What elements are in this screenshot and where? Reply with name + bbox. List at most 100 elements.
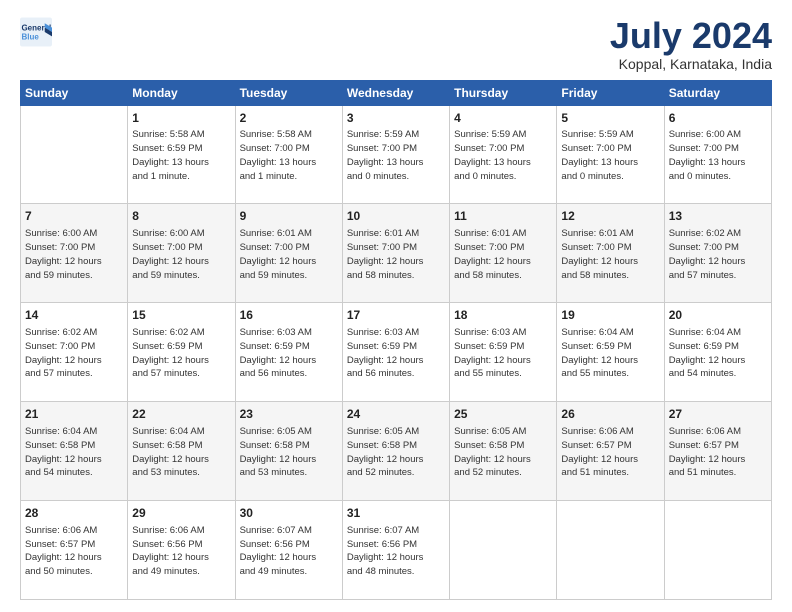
day-number: 30 bbox=[240, 505, 338, 522]
calendar-cell: 8 Sunrise: 6:00 AM Sunset: 7:00 PM Daylig… bbox=[128, 204, 235, 303]
cell-info: Sunrise: 6:05 AM Sunset: 6:58 PM Dayligh… bbox=[240, 425, 338, 480]
calendar-cell: 3Sunrise: 5:59 AM Sunset: 7:00 PM Daylig… bbox=[342, 105, 449, 204]
calendar-cell bbox=[664, 501, 771, 600]
day-number: 1 bbox=[132, 110, 230, 127]
cell-info: Sunrise: 6:04 AM Sunset: 6:58 PM Dayligh… bbox=[132, 425, 230, 480]
cell-info: Sunrise: 6:02 AM Sunset: 7:00 PM Dayligh… bbox=[25, 326, 123, 381]
day-number: 21 bbox=[25, 406, 123, 423]
cell-info: Sunrise: 6:04 AM Sunset: 6:59 PM Dayligh… bbox=[669, 326, 767, 381]
calendar-cell: 18 Sunrise: 6:03 AM Sunset: 6:59 PM Dayli… bbox=[450, 303, 557, 402]
day-number: 15 bbox=[132, 307, 230, 324]
logo: General Blue bbox=[20, 16, 54, 48]
cell-info: Sunrise: 5:58 AM Sunset: 6:59 PM Dayligh… bbox=[132, 128, 230, 183]
calendar-cell: 10 Sunrise: 6:01 AM Sunset: 7:00 PM Dayli… bbox=[342, 204, 449, 303]
cell-info: Sunrise: 6:02 AM Sunset: 7:00 PM Dayligh… bbox=[669, 227, 767, 282]
title-block: July 2024 Koppal, Karnataka, India bbox=[610, 16, 772, 72]
cell-info: Sunrise: 6:01 AM Sunset: 7:00 PM Dayligh… bbox=[347, 227, 445, 282]
day-number: 20 bbox=[669, 307, 767, 324]
calendar-cell bbox=[21, 105, 128, 204]
day-number: 18 bbox=[454, 307, 552, 324]
calendar-cell: 27 Sunrise: 6:06 AM Sunset: 6:57 PM Dayli… bbox=[664, 402, 771, 501]
cell-info: Sunrise: 6:01 AM Sunset: 7:00 PM Dayligh… bbox=[240, 227, 338, 282]
calendar-cell: 6Sunrise: 6:00 AM Sunset: 7:00 PM Daylig… bbox=[664, 105, 771, 204]
day-number: 25 bbox=[454, 406, 552, 423]
day-number: 11 bbox=[454, 208, 552, 225]
calendar-cell: 14 Sunrise: 6:02 AM Sunset: 7:00 PM Dayli… bbox=[21, 303, 128, 402]
day-number: 3 bbox=[347, 110, 445, 127]
week-row-4: 21 Sunrise: 6:04 AM Sunset: 6:58 PM Dayli… bbox=[21, 402, 772, 501]
calendar-cell: 22 Sunrise: 6:04 AM Sunset: 6:58 PM Dayli… bbox=[128, 402, 235, 501]
week-row-1: 1Sunrise: 5:58 AM Sunset: 6:59 PM Daylig… bbox=[21, 105, 772, 204]
subtitle: Koppal, Karnataka, India bbox=[610, 56, 772, 72]
col-header-monday: Monday bbox=[128, 80, 235, 105]
cell-info: Sunrise: 5:59 AM Sunset: 7:00 PM Dayligh… bbox=[561, 128, 659, 183]
cell-info: Sunrise: 6:02 AM Sunset: 6:59 PM Dayligh… bbox=[132, 326, 230, 381]
day-number: 27 bbox=[669, 406, 767, 423]
calendar-cell: 7 Sunrise: 6:00 AM Sunset: 7:00 PM Daylig… bbox=[21, 204, 128, 303]
day-number: 9 bbox=[240, 208, 338, 225]
calendar-cell: 5Sunrise: 5:59 AM Sunset: 7:00 PM Daylig… bbox=[557, 105, 664, 204]
calendar-cell: 13 Sunrise: 6:02 AM Sunset: 7:00 PM Dayli… bbox=[664, 204, 771, 303]
cell-info: Sunrise: 6:05 AM Sunset: 6:58 PM Dayligh… bbox=[347, 425, 445, 480]
calendar-cell: 29 Sunrise: 6:06 AM Sunset: 6:56 PM Dayli… bbox=[128, 501, 235, 600]
calendar-cell: 25 Sunrise: 6:05 AM Sunset: 6:58 PM Dayli… bbox=[450, 402, 557, 501]
calendar-cell: 20 Sunrise: 6:04 AM Sunset: 6:59 PM Dayli… bbox=[664, 303, 771, 402]
col-header-thursday: Thursday bbox=[450, 80, 557, 105]
calendar-cell: 21 Sunrise: 6:04 AM Sunset: 6:58 PM Dayli… bbox=[21, 402, 128, 501]
cell-info: Sunrise: 6:06 AM Sunset: 6:56 PM Dayligh… bbox=[132, 524, 230, 579]
header: General Blue July 2024 Koppal, Karnataka… bbox=[20, 16, 772, 72]
day-number: 22 bbox=[132, 406, 230, 423]
day-number: 29 bbox=[132, 505, 230, 522]
day-number: 12 bbox=[561, 208, 659, 225]
cell-info: Sunrise: 6:06 AM Sunset: 6:57 PM Dayligh… bbox=[561, 425, 659, 480]
cell-info: Sunrise: 6:04 AM Sunset: 6:59 PM Dayligh… bbox=[561, 326, 659, 381]
day-number: 23 bbox=[240, 406, 338, 423]
calendar-cell: 4Sunrise: 5:59 AM Sunset: 7:00 PM Daylig… bbox=[450, 105, 557, 204]
day-number: 24 bbox=[347, 406, 445, 423]
week-row-2: 7 Sunrise: 6:00 AM Sunset: 7:00 PM Daylig… bbox=[21, 204, 772, 303]
day-number: 2 bbox=[240, 110, 338, 127]
cell-info: Sunrise: 6:03 AM Sunset: 6:59 PM Dayligh… bbox=[454, 326, 552, 381]
day-number: 16 bbox=[240, 307, 338, 324]
cell-info: Sunrise: 6:03 AM Sunset: 6:59 PM Dayligh… bbox=[347, 326, 445, 381]
day-number: 14 bbox=[25, 307, 123, 324]
calendar-cell: 15 Sunrise: 6:02 AM Sunset: 6:59 PM Dayli… bbox=[128, 303, 235, 402]
calendar-cell: 16 Sunrise: 6:03 AM Sunset: 6:59 PM Dayli… bbox=[235, 303, 342, 402]
day-number: 31 bbox=[347, 505, 445, 522]
day-number: 13 bbox=[669, 208, 767, 225]
cell-info: Sunrise: 6:07 AM Sunset: 6:56 PM Dayligh… bbox=[240, 524, 338, 579]
cell-info: Sunrise: 6:06 AM Sunset: 6:57 PM Dayligh… bbox=[669, 425, 767, 480]
day-number: 10 bbox=[347, 208, 445, 225]
cell-info: Sunrise: 6:06 AM Sunset: 6:57 PM Dayligh… bbox=[25, 524, 123, 579]
cell-info: Sunrise: 6:04 AM Sunset: 6:58 PM Dayligh… bbox=[25, 425, 123, 480]
cell-info: Sunrise: 6:03 AM Sunset: 6:59 PM Dayligh… bbox=[240, 326, 338, 381]
calendar-cell: 30 Sunrise: 6:07 AM Sunset: 6:56 PM Dayli… bbox=[235, 501, 342, 600]
cell-info: Sunrise: 6:00 AM Sunset: 7:00 PM Dayligh… bbox=[669, 128, 767, 183]
calendar-cell: 17Sunrise: 6:03 AM Sunset: 6:59 PM Dayli… bbox=[342, 303, 449, 402]
week-row-5: 28Sunrise: 6:06 AM Sunset: 6:57 PM Dayli… bbox=[21, 501, 772, 600]
day-number: 7 bbox=[25, 208, 123, 225]
calendar-cell: 26Sunrise: 6:06 AM Sunset: 6:57 PM Dayli… bbox=[557, 402, 664, 501]
calendar-cell: 12 Sunrise: 6:01 AM Sunset: 7:00 PM Dayli… bbox=[557, 204, 664, 303]
cell-info: Sunrise: 6:00 AM Sunset: 7:00 PM Dayligh… bbox=[25, 227, 123, 282]
calendar-cell: 28Sunrise: 6:06 AM Sunset: 6:57 PM Dayli… bbox=[21, 501, 128, 600]
col-header-friday: Friday bbox=[557, 80, 664, 105]
day-number: 8 bbox=[132, 208, 230, 225]
col-header-sunday: Sunday bbox=[21, 80, 128, 105]
cell-info: Sunrise: 6:07 AM Sunset: 6:56 PM Dayligh… bbox=[347, 524, 445, 579]
cell-info: Sunrise: 6:05 AM Sunset: 6:58 PM Dayligh… bbox=[454, 425, 552, 480]
calendar-cell: 11 Sunrise: 6:01 AM Sunset: 7:00 PM Dayli… bbox=[450, 204, 557, 303]
col-header-saturday: Saturday bbox=[664, 80, 771, 105]
cell-info: Sunrise: 6:01 AM Sunset: 7:00 PM Dayligh… bbox=[454, 227, 552, 282]
calendar-cell: 31 Sunrise: 6:07 AM Sunset: 6:56 PM Dayli… bbox=[342, 501, 449, 600]
logo-icon: General Blue bbox=[20, 16, 52, 48]
cell-info: Sunrise: 5:58 AM Sunset: 7:00 PM Dayligh… bbox=[240, 128, 338, 183]
calendar-cell: 9 Sunrise: 6:01 AM Sunset: 7:00 PM Daylig… bbox=[235, 204, 342, 303]
cell-info: Sunrise: 5:59 AM Sunset: 7:00 PM Dayligh… bbox=[347, 128, 445, 183]
calendar-cell: 24 Sunrise: 6:05 AM Sunset: 6:58 PM Dayli… bbox=[342, 402, 449, 501]
col-header-wednesday: Wednesday bbox=[342, 80, 449, 105]
cell-info: Sunrise: 6:01 AM Sunset: 7:00 PM Dayligh… bbox=[561, 227, 659, 282]
day-number: 6 bbox=[669, 110, 767, 127]
cell-info: Sunrise: 6:00 AM Sunset: 7:00 PM Dayligh… bbox=[132, 227, 230, 282]
calendar-cell: 23 Sunrise: 6:05 AM Sunset: 6:58 PM Dayli… bbox=[235, 402, 342, 501]
